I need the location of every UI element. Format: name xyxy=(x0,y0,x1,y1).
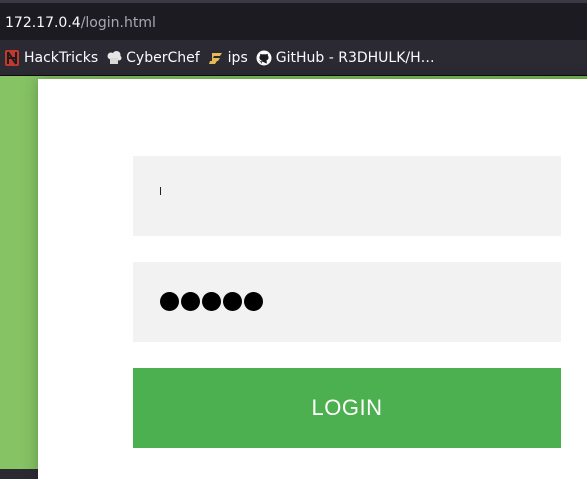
text-caret xyxy=(160,187,161,195)
username-input[interactable] xyxy=(133,156,561,236)
address-bar[interactable]: 172.17.0.4/login.html xyxy=(0,0,587,40)
password-dot xyxy=(181,292,200,311)
bookmark-hacktricks[interactable]: HackTricks xyxy=(2,45,104,71)
bookmark-cyberchef[interactable]: CyberChef xyxy=(104,45,206,71)
url-text[interactable]: 172.17.0.4/login.html xyxy=(5,15,156,31)
hacktricks-icon xyxy=(4,49,20,66)
password-dot xyxy=(160,292,179,311)
bookmark-label: GitHub - R3DHULK/H… xyxy=(275,49,435,66)
password-dot xyxy=(244,292,263,311)
ips-icon xyxy=(208,50,224,66)
bookmarks-toolbar: HackTricks CyberChef ips GitHub - R3DHUL… xyxy=(0,40,587,76)
url-path: /login.html xyxy=(80,15,156,31)
url-host: 172.17.0.4 xyxy=(5,15,81,31)
password-dot xyxy=(223,292,242,311)
password-input[interactable] xyxy=(133,262,561,342)
password-dot xyxy=(202,292,221,311)
bookmark-label: CyberChef xyxy=(126,49,200,66)
bookmark-ips[interactable]: ips xyxy=(206,45,254,71)
page-content: LOGIN xyxy=(0,76,587,479)
chef-hat-icon xyxy=(106,50,122,66)
bookmark-github[interactable]: GitHub - R3DHULK/H… xyxy=(254,45,441,71)
password-mask xyxy=(160,292,263,311)
login-button[interactable]: LOGIN xyxy=(133,368,561,448)
login-card: LOGIN xyxy=(38,79,587,479)
bookmark-label: ips xyxy=(227,49,248,66)
bookmark-label: HackTricks xyxy=(24,49,99,66)
github-icon xyxy=(256,50,272,66)
